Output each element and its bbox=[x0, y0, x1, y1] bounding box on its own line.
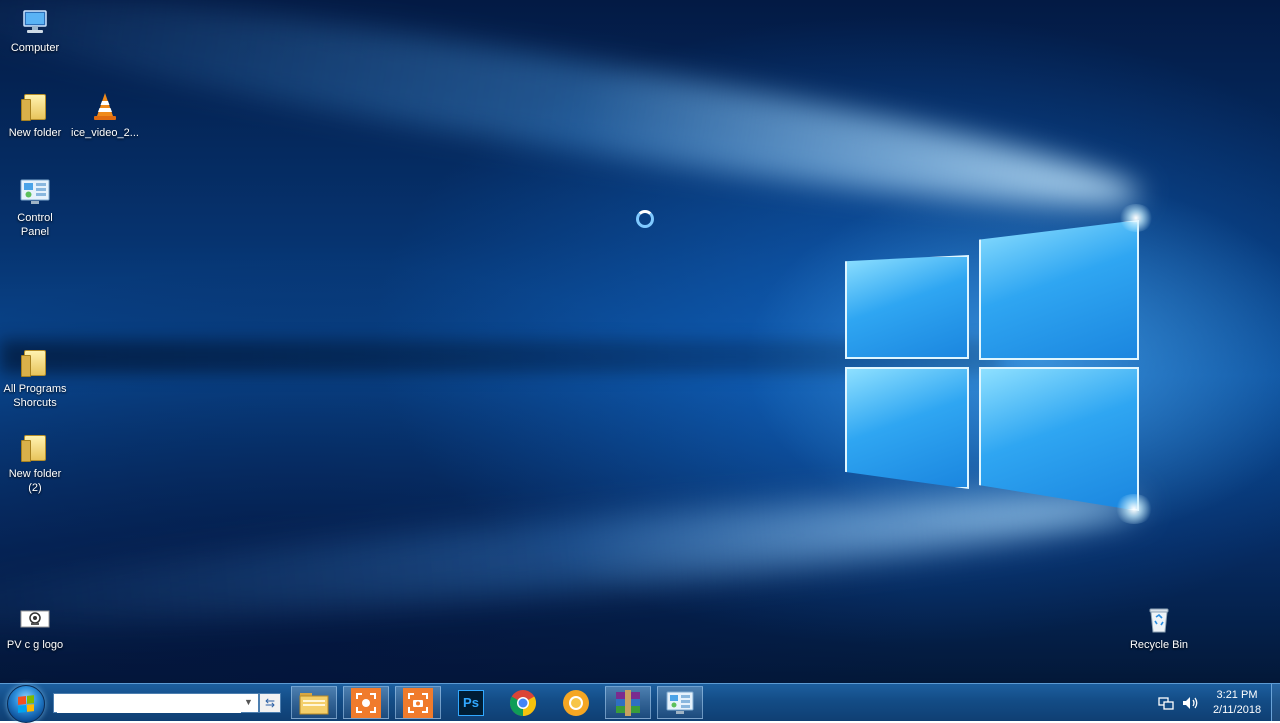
computer-icon bbox=[19, 6, 51, 38]
winrar-icon bbox=[613, 688, 643, 718]
taskbar-app-photoshop[interactable]: Ps bbox=[448, 686, 494, 719]
control-panel-icon bbox=[665, 688, 695, 718]
desktop-icon-control-panel[interactable]: Control Panel bbox=[0, 176, 71, 239]
photoshop-icon: Ps bbox=[458, 689, 484, 716]
taskbar-app-chrome[interactable] bbox=[500, 686, 546, 719]
desktop-icon-new-folder-2[interactable]: New folder (2) bbox=[0, 432, 71, 495]
light-beam-bottom bbox=[0, 470, 1144, 652]
taskbar-app-winrar[interactable] bbox=[605, 686, 651, 719]
desktop-background[interactable]: Computer New folder ice_video_2... Contr… bbox=[0, 0, 1280, 683]
chrome-icon bbox=[508, 688, 538, 718]
desktop-icon-computer[interactable]: Computer bbox=[0, 6, 71, 55]
image-file-icon bbox=[19, 603, 51, 635]
folder-icon bbox=[19, 432, 51, 464]
taskbar-search-input[interactable] bbox=[57, 695, 241, 713]
folder-icon bbox=[19, 347, 51, 379]
desktop-icon-label: New folder (2) bbox=[8, 468, 62, 494]
camera-icon bbox=[403, 687, 433, 718]
desktop-icon-label: New folder bbox=[8, 127, 62, 139]
network-icon[interactable] bbox=[1158, 695, 1174, 711]
windows-logo-pane-bottom-right bbox=[979, 367, 1139, 511]
desktop-icon-pv-cg-logo[interactable]: PV c g logo bbox=[0, 603, 71, 652]
desktop-icon-label: Computer bbox=[10, 42, 60, 54]
windows-logo-pane-top-left bbox=[845, 255, 969, 359]
clock-time: 3:21 PM bbox=[1216, 688, 1258, 701]
screen-recorder-icon bbox=[351, 687, 381, 718]
folder-icon bbox=[19, 91, 51, 123]
desktop-icon-label: Recycle Bin bbox=[1129, 639, 1189, 651]
taskbar-app-control-panel[interactable] bbox=[657, 686, 703, 719]
desktop-icon-label: Control Panel bbox=[17, 212, 53, 238]
search-go-button[interactable]: ⇆ bbox=[259, 693, 281, 713]
windows-logo-pane-bottom-left bbox=[845, 367, 969, 489]
start-button[interactable] bbox=[7, 685, 45, 723]
desktop-icon-ice-video[interactable]: ice_video_2... bbox=[69, 91, 141, 140]
vlc-cone-icon bbox=[89, 91, 121, 123]
recycle-bin-icon bbox=[1143, 603, 1175, 635]
desktop-icon-recycle-bin[interactable]: Recycle Bin bbox=[1123, 603, 1195, 652]
folder-icon bbox=[299, 688, 329, 718]
control-panel-icon bbox=[19, 176, 51, 208]
busy-cursor-icon bbox=[636, 210, 654, 228]
volume-icon[interactable] bbox=[1182, 695, 1200, 711]
swap-arrows-icon: ⇆ bbox=[264, 696, 276, 710]
system-tray: 3:21 PM 2/11/2018 bbox=[1158, 684, 1268, 721]
desktop-icon-label: PV c g logo bbox=[6, 639, 64, 651]
windows-logo-pane-top-right bbox=[979, 220, 1139, 360]
windows-flag-icon bbox=[18, 695, 34, 713]
taskbar-search-box[interactable]: ▼ bbox=[53, 693, 259, 713]
taskbar-app-screen-recorder[interactable] bbox=[343, 686, 389, 719]
photoshop-label: Ps bbox=[463, 695, 479, 710]
taskbar: ▼ ⇆ Ps 3:21 PM 2/11/2018 bbox=[0, 683, 1280, 723]
logo-glow-top bbox=[1118, 204, 1154, 232]
desktop-icon-all-programs-shortcuts[interactable]: All Programs Shorcuts bbox=[0, 347, 71, 410]
taskbar-app-chrome-canary[interactable] bbox=[553, 686, 599, 719]
chevron-down-icon[interactable]: ▼ bbox=[244, 697, 254, 707]
desktop-icon-label: ice_video_2... bbox=[71, 127, 139, 139]
show-desktop-button[interactable] bbox=[1271, 684, 1280, 721]
clock[interactable]: 3:21 PM 2/11/2018 bbox=[1206, 688, 1268, 718]
canary-icon bbox=[561, 688, 591, 718]
taskbar-app-file-explorer[interactable] bbox=[291, 686, 337, 719]
light-beam-top bbox=[0, 0, 1148, 240]
desktop-icon-new-folder[interactable]: New folder bbox=[0, 91, 71, 140]
logo-glow-bottom bbox=[1114, 494, 1154, 524]
desktop-icon-label: All Programs Shorcuts bbox=[3, 383, 67, 409]
taskbar-app-screenshot-tool[interactable] bbox=[395, 686, 441, 719]
clock-date: 2/11/2018 bbox=[1212, 703, 1262, 716]
